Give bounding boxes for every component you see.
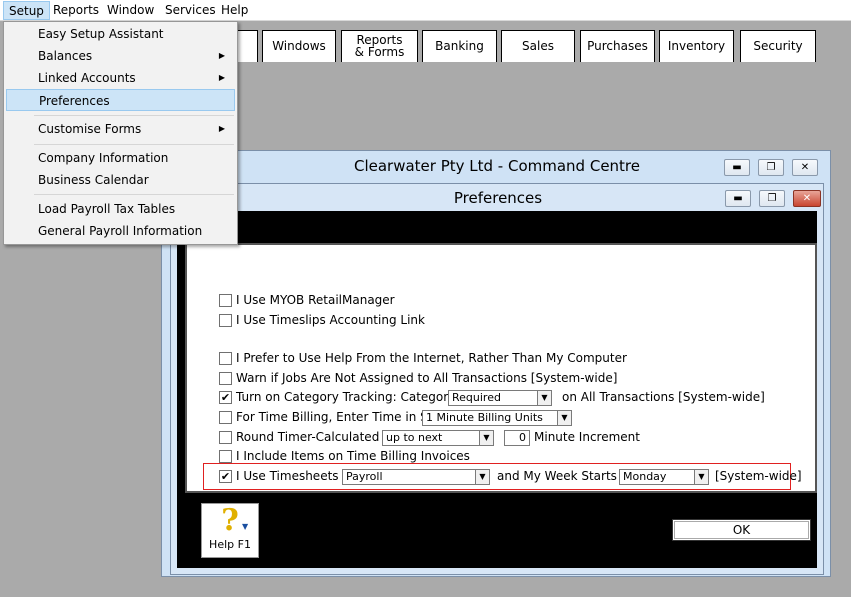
- tab-security[interactable]: Security: [740, 30, 816, 62]
- timesheets-label: I Use Timesheets for: [236, 469, 359, 483]
- warn-jobs-checkbox[interactable]: [219, 372, 232, 385]
- retail-manager-checkbox[interactable]: [219, 294, 232, 307]
- week-start-select[interactable]: Monday ▼: [619, 469, 709, 485]
- help-button-label: Help F1: [209, 538, 251, 551]
- menu-separator: [34, 144, 234, 145]
- chevron-down-icon: ▼: [242, 522, 249, 531]
- tab-windows[interactable]: Windows: [262, 30, 336, 62]
- help-internet-label: I Prefer to Use Help From the Internet, …: [236, 351, 627, 365]
- menu-setup[interactable]: Setup: [3, 1, 50, 20]
- category-tracking-checkbox[interactable]: ✔: [219, 391, 232, 404]
- minute-increment-input[interactable]: 0: [504, 430, 530, 446]
- menu-item-general-payroll-information[interactable]: General Payroll Information: [6, 220, 235, 242]
- pref-minimize-button[interactable]: ▬: [725, 190, 751, 207]
- cc-close-button[interactable]: ✕: [792, 159, 818, 176]
- timesheets-checkbox[interactable]: ✔: [219, 470, 232, 483]
- submenu-arrow-icon: ▶: [218, 73, 225, 82]
- help-internet-checkbox[interactable]: [219, 352, 232, 365]
- submenu-arrow-icon: ▶: [218, 124, 225, 133]
- pref-restore-button[interactable]: ❐: [759, 190, 785, 207]
- cc-minimize-button[interactable]: ▬: [724, 159, 750, 176]
- menu-item-preferences[interactable]: Preferences: [6, 89, 235, 111]
- time-billing-select[interactable]: 1 Minute Billing Units ▼: [422, 410, 572, 426]
- include-items-checkbox[interactable]: [219, 450, 232, 463]
- tab-banking[interactable]: Banking: [422, 30, 497, 62]
- chevron-down-icon: ▼: [557, 411, 571, 425]
- menu-item-load-payroll-tax-tables[interactable]: Load Payroll Tax Tables: [6, 198, 235, 220]
- chevron-down-icon: ▼: [479, 431, 493, 445]
- tab-inventory[interactable]: Inventory: [659, 30, 734, 62]
- menu-item-business-calendar[interactable]: Business Calendar: [6, 169, 235, 191]
- menu-item-linked-accounts[interactable]: Linked Accounts ▶: [6, 67, 235, 89]
- setup-dropdown-menu: Easy Setup Assistant Balances ▶ Linked Ac…: [3, 21, 238, 245]
- chevron-down-icon: ▼: [694, 470, 708, 484]
- menu-window[interactable]: Window: [102, 1, 159, 20]
- menu-help[interactable]: Help: [216, 1, 253, 20]
- tab-reports-forms[interactable]: Reports & Forms: [341, 30, 418, 62]
- minute-increment-label: Minute Increment: [534, 430, 640, 444]
- menu-bar: Setup Reports Window Services Help: [0, 0, 851, 21]
- round-timer-select[interactable]: up to next ▼: [382, 430, 494, 446]
- week-starts-label: and My Week Starts on: [497, 469, 636, 483]
- include-items-label: I Include Items on Time Billing Invoices: [236, 449, 470, 463]
- menu-item-easy-setup-assistant[interactable]: Easy Setup Assistant: [6, 23, 235, 45]
- menu-reports[interactable]: Reports: [48, 1, 104, 20]
- menu-item-customise-forms[interactable]: Customise Forms ▶: [6, 118, 235, 140]
- chevron-down-icon: ▼: [475, 470, 489, 484]
- tab-sales[interactable]: Sales: [501, 30, 575, 62]
- submenu-arrow-icon: ▶: [218, 51, 225, 60]
- help-button[interactable]: ? ▼ Help F1: [201, 503, 259, 558]
- chevron-down-icon: ▼: [537, 391, 551, 405]
- cc-restore-button[interactable]: ❐: [758, 159, 784, 176]
- timesheets-select[interactable]: Payroll ▼: [342, 469, 490, 485]
- round-timer-checkbox[interactable]: [219, 431, 232, 444]
- menu-services[interactable]: Services: [160, 1, 221, 20]
- warn-jobs-label: Warn if Jobs Are Not Assigned to All Tra…: [236, 371, 618, 385]
- category-tracking-select[interactable]: Required ▼: [448, 390, 552, 406]
- category-tracking-suffix: on All Transactions [System-wide]: [562, 390, 765, 404]
- menu-item-balances[interactable]: Balances ▶: [6, 45, 235, 67]
- retail-manager-label: I Use MYOB RetailManager: [236, 293, 395, 307]
- timeslips-checkbox[interactable]: [219, 314, 232, 327]
- question-mark-icon: ?: [221, 503, 239, 538]
- menu-separator: [34, 194, 234, 195]
- time-billing-checkbox[interactable]: [219, 411, 232, 424]
- timeslips-label: I Use Timeslips Accounting Link: [236, 313, 425, 327]
- timesheets-suffix: [System-wide]: [715, 469, 802, 483]
- menu-separator: [34, 115, 234, 116]
- pref-close-button[interactable]: ✕: [793, 190, 821, 207]
- ok-button[interactable]: OK: [672, 519, 811, 541]
- menu-item-company-information[interactable]: Company Information: [6, 147, 235, 169]
- tab-purchases[interactable]: Purchases: [580, 30, 655, 62]
